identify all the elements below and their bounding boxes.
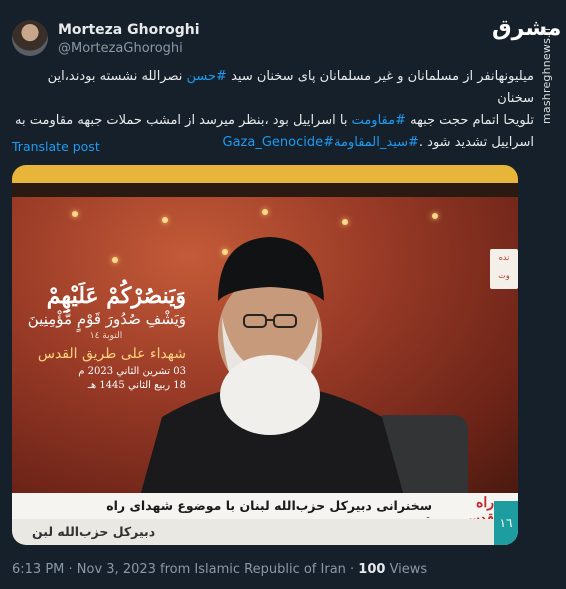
author-avatar[interactable]: [12, 20, 48, 56]
speaker-figure: [132, 237, 412, 525]
author-handle[interactable]: @MortezaGhoroghi: [58, 41, 183, 56]
channel-badge: ١٦: [494, 501, 518, 545]
hashtag-sayyed-al-moghavema[interactable]: #سید_المقاومة: [334, 135, 419, 150]
mashregh-logo: مشرق: [492, 16, 562, 41]
lower-caption-text: دبیرکل حزب‌الله لبن: [32, 524, 156, 539]
author-name[interactable]: Morteza Ghoroghi: [58, 22, 200, 38]
hashtag-moghavemat[interactable]: #مقاومت: [352, 113, 406, 128]
hashtag-hasan[interactable]: #حسن: [187, 69, 227, 84]
views-label: Views: [385, 562, 428, 577]
translate-post-link[interactable]: Translate post: [12, 139, 100, 154]
tweet-meta: 6:13 PM · Nov 3, 2023 from Islamic Repub…: [12, 562, 427, 577]
rah-e-qods-logo: راه قدس: [463, 495, 494, 527]
tweet-line-1: میلیونهانفر از مسلمانان و غیر مسلمانان پ…: [47, 69, 534, 106]
tweet-timestamp[interactable]: 6:13 PM · Nov 3, 2023 from Islamic Repub…: [12, 562, 358, 577]
views-count: 100: [358, 562, 386, 577]
tv-frame-top: [12, 165, 518, 183]
broadcast-background: وَيَنصُرْكُمْ عَلَيْهِمْ وَيَشْفِ صُدُور…: [12, 197, 518, 525]
tweet-line-2: تلویحا اتمام حجت جبهه #مقاومت با اسراییل…: [15, 113, 534, 128]
site-watermark: mashreghnews.ir: [540, 26, 553, 124]
tv-frame-strip: [12, 183, 518, 197]
tweet-media-image[interactable]: وَيَنصُرْكُمْ عَلَيْهِمْ وَيَشْفِ صُدُور…: [12, 165, 518, 545]
hashtag-gaza-genocide[interactable]: #Gaza_Genocide: [223, 135, 335, 150]
